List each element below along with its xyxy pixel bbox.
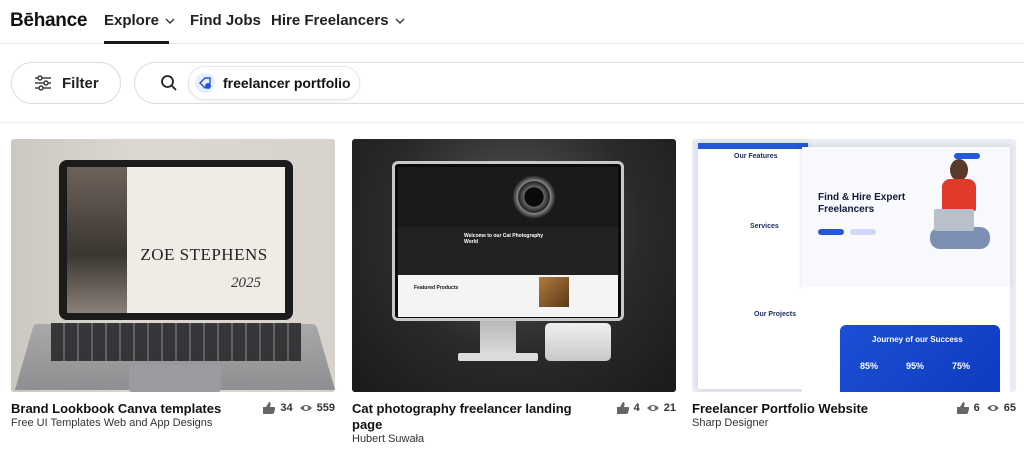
person-laptop — [934, 209, 974, 231]
view-count: 559 — [316, 402, 335, 414]
view-stat: 65 — [986, 401, 1016, 415]
journey-heading: Journey of our Success — [872, 335, 963, 344]
monitor-foot — [458, 353, 538, 361]
search-icon[interactable] — [160, 74, 178, 92]
lookbook-name: ZOE STEPHENS — [140, 245, 268, 264]
nav-find-jobs[interactable]: Find Jobs — [190, 12, 261, 29]
laptop-trackpad — [129, 365, 221, 392]
camera-lens — [512, 175, 556, 219]
filter-button[interactable]: Filter — [11, 62, 121, 104]
filter-label: Filter — [62, 74, 99, 92]
hero-button — [818, 229, 844, 235]
like-count: 34 — [280, 402, 293, 414]
hero-person — [930, 159, 990, 259]
project-stats: 6 65 — [956, 401, 1016, 415]
tag-search-icon — [195, 73, 215, 93]
divider — [0, 122, 1024, 123]
chevron-down-icon — [395, 18, 405, 24]
like-stat: 6 — [956, 401, 980, 415]
nav-explore[interactable]: Explore — [104, 12, 175, 29]
eye-icon — [299, 405, 312, 411]
mock-page-left — [698, 143, 808, 389]
cat-image — [539, 277, 569, 307]
view-stat: 21 — [646, 401, 676, 415]
project-stats: 4 21 — [616, 401, 676, 415]
top-nav: Bēhance Explore Find Jobs Hire Freelance… — [0, 0, 1024, 44]
stat-pct-1: 85% — [860, 361, 879, 371]
thumbs-up-icon — [956, 402, 969, 414]
project-stats: 34 559 — [262, 401, 335, 415]
project-card[interactable]: Welcome to our Cat Photography World Fea… — [352, 139, 676, 445]
like-count: 6 — [973, 402, 980, 414]
nav-find-jobs-label: Find Jobs — [190, 12, 261, 29]
sliders-icon — [35, 75, 51, 91]
projects-heading: Our Projects — [754, 311, 797, 318]
hero-button-secondary — [850, 229, 876, 235]
project-thumbnail[interactable]: Welcome to our Cat Photography World Fea… — [352, 139, 676, 392]
project-title-line1: Cat photography freelancer landing — [352, 401, 572, 416]
thumbs-up-icon — [616, 402, 629, 414]
hero-text: Welcome to our Cat Photography World — [464, 233, 544, 245]
features-heading: Our Features — [734, 153, 778, 160]
project-thumbnail[interactable]: Our Features Services Our Projects Find … — [692, 139, 1016, 392]
nav-explore-label: Explore — [104, 12, 160, 29]
like-stat: 4 — [616, 401, 640, 415]
thumbs-up-icon — [263, 402, 276, 414]
like-stat: 34 — [262, 401, 293, 415]
view-count: 65 — [1003, 402, 1016, 414]
nav-hire-freelancers[interactable]: Hire Freelancers — [271, 12, 405, 29]
project-card[interactable]: Our Features Services Our Projects Find … — [692, 139, 1016, 429]
project-owner[interactable]: Hubert Suwała — [352, 433, 424, 445]
services-heading: Services — [750, 223, 779, 230]
screen-products — [398, 275, 618, 317]
eye-icon — [646, 405, 659, 411]
search-query-text: freelancer portfolio — [223, 75, 351, 91]
mock-topbar — [698, 143, 808, 149]
project-card[interactable]: ZOE STEPHENS 2025 Brand Lookbook Canva t… — [11, 139, 335, 429]
featured-text: Featured Products — [414, 285, 459, 291]
lookbook-photo — [67, 167, 127, 313]
hero-headline: Find & Hire Expert Freelancers — [818, 192, 906, 215]
stat-pct-3: 75% — [952, 361, 971, 371]
project-thumbnail[interactable]: ZOE STEPHENS 2025 — [11, 139, 335, 392]
journey-stats: 85% 95% 75% — [860, 361, 970, 371]
lookbook-year: 2025 — [231, 275, 261, 291]
view-stat: 559 — [299, 401, 335, 415]
stat-pct-2: 95% — [906, 361, 925, 371]
view-count: 21 — [663, 402, 676, 414]
project-owner[interactable]: Sharp Designer — [692, 417, 768, 429]
person-torso — [942, 179, 976, 211]
project-title[interactable]: Brand Lookbook Canva templates — [11, 401, 221, 417]
eye-icon — [986, 405, 999, 411]
laptop-keyboard — [51, 323, 301, 361]
project-title[interactable]: Cat photography freelancer landing page — [352, 401, 580, 433]
behance-logo[interactable]: Bēhance — [10, 10, 87, 32]
active-tab-underline — [104, 41, 169, 44]
project-title[interactable]: Freelancer Portfolio Website — [692, 401, 868, 417]
nav-hire-label: Hire Freelancers — [271, 12, 389, 29]
search-query-chip[interactable]: freelancer portfolio — [188, 66, 360, 100]
chevron-down-icon — [165, 18, 175, 24]
person-head — [950, 159, 968, 181]
project-title-line2: page — [352, 417, 383, 432]
screen-header — [398, 167, 618, 227]
project-owner[interactable]: Free UI Templates Web and App Designs — [11, 417, 212, 429]
mac-studio — [545, 323, 611, 361]
like-count: 4 — [633, 402, 640, 414]
